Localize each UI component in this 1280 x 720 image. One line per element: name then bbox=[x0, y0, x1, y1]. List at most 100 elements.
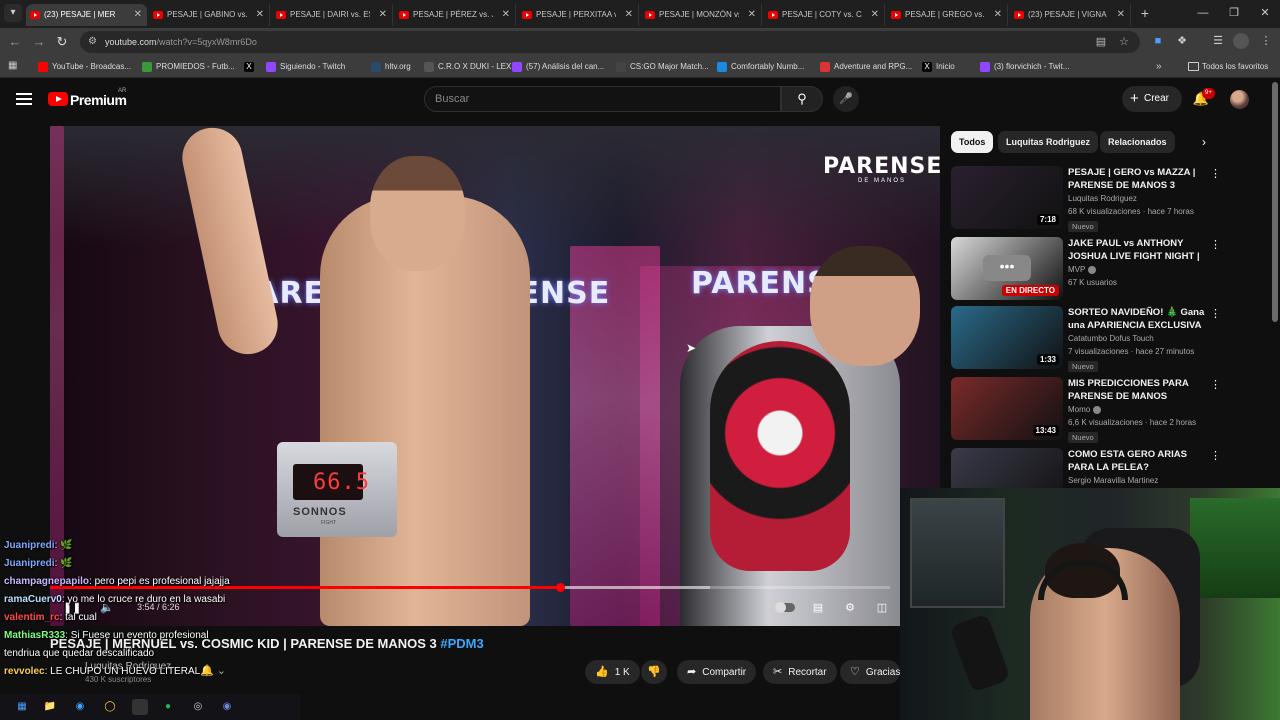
minimize-button[interactable]: — bbox=[1188, 4, 1218, 22]
chat-username[interactable]: Juanipredi bbox=[4, 558, 55, 569]
video-thumbnail[interactable]: EN DIRECTO ••• bbox=[951, 237, 1063, 300]
chrome-browser-icon[interactable]: ◯ bbox=[102, 699, 118, 715]
recommended-channel[interactable]: Catatumbo Dofus Touch bbox=[1068, 334, 1154, 343]
extension-icon[interactable]: ■ bbox=[1150, 33, 1166, 49]
bookmark-item[interactable]: Comfortably Numb... bbox=[717, 56, 804, 78]
more-options-icon[interactable]: ⋮ bbox=[1210, 377, 1221, 393]
close-tab-icon[interactable]: ✕ bbox=[625, 4, 633, 26]
bookmark-item[interactable]: (3) florvichich - Twit... bbox=[980, 56, 1069, 78]
maximize-button[interactable]: ❐ bbox=[1219, 4, 1249, 22]
recommended-channel[interactable]: Momo bbox=[1068, 405, 1102, 414]
create-button[interactable]: + Crear bbox=[1122, 86, 1182, 112]
close-tab-icon[interactable]: ✕ bbox=[502, 4, 510, 26]
filter-chip[interactable]: Relacionados bbox=[1100, 131, 1175, 153]
close-tab-icon[interactable]: ✕ bbox=[256, 4, 264, 26]
youtube-premium-logo[interactable]: Premium bbox=[70, 92, 127, 108]
recommended-video[interactable]: 7:18 PESAJE | GERO vs MAZZA | PARENSE DE … bbox=[951, 166, 1221, 232]
recommended-video[interactable]: EN DIRECTO ••• JAKE PAUL vs ANTHONY JOSHUA… bbox=[951, 237, 1221, 301]
recommended-video-title[interactable]: SORTEO NAVIDEÑO! 🎄 Gana una APARIENCIA E… bbox=[1068, 306, 1208, 332]
discord-icon[interactable]: ◉ bbox=[219, 699, 235, 715]
progress-scrubber[interactable] bbox=[555, 583, 565, 592]
address-bar[interactable]: ⚙ youtube.com/watch?v=5qyxW8mr6Do ▤ ☆ bbox=[80, 31, 1140, 53]
search-button[interactable]: ⚲ bbox=[781, 86, 823, 112]
app-icon[interactable] bbox=[132, 699, 148, 715]
spotify-icon[interactable]: ● bbox=[160, 699, 176, 715]
edge-browser-icon[interactable]: ◉ bbox=[72, 699, 88, 715]
bookmark-item[interactable]: Adventure and RPG... bbox=[820, 56, 912, 78]
voice-search-button[interactable]: 🎤 bbox=[833, 86, 859, 112]
guide-menu-icon[interactable] bbox=[16, 93, 32, 105]
start-menu-icon[interactable]: ▦ bbox=[14, 699, 30, 715]
chips-next-arrow-icon[interactable]: › bbox=[1196, 134, 1212, 150]
browser-tab[interactable]: PESAJE | COTY vs. CA ✕ bbox=[764, 4, 885, 26]
back-button[interactable]: ← bbox=[6, 33, 24, 51]
tab-search-button[interactable]: ▾ bbox=[4, 4, 22, 22]
chrome-menu-icon[interactable]: ⋮ bbox=[1258, 33, 1274, 49]
video-thumbnail[interactable]: 13:43 bbox=[951, 377, 1063, 440]
more-options-icon[interactable]: ⋮ bbox=[1210, 237, 1221, 253]
chat-username[interactable]: revvolec bbox=[4, 666, 45, 677]
bookmark-item[interactable]: CS:GO Major Match... bbox=[616, 56, 709, 78]
video-hashtag-link[interactable]: #PDM3 bbox=[440, 636, 483, 651]
clip-button[interactable]: ✂ Recortar bbox=[763, 660, 837, 684]
miniplayer-icon[interactable]: ◫ bbox=[873, 600, 891, 616]
search-input[interactable]: Buscar bbox=[424, 86, 781, 112]
close-tab-icon[interactable]: ✕ bbox=[748, 4, 756, 26]
apps-grid-icon[interactable]: ▦ bbox=[8, 60, 20, 72]
recommended-channel[interactable]: Luquitas Rodriguez bbox=[1068, 194, 1137, 203]
reload-button[interactable]: ↻ bbox=[53, 33, 71, 51]
browser-tab[interactable]: (23) PESAJE | MER ✕ bbox=[26, 4, 147, 26]
bookmark-item[interactable]: X Inicio bbox=[922, 56, 955, 78]
site-info-icon[interactable]: ⚙ bbox=[88, 36, 100, 48]
youtube-logo-icon[interactable] bbox=[48, 92, 68, 106]
video-thumbnail[interactable]: 7:18 bbox=[951, 166, 1063, 229]
more-options-icon[interactable]: ⋮ bbox=[1210, 306, 1221, 322]
chat-username[interactable]: ramaCuerv0 bbox=[4, 594, 62, 605]
new-tab-button[interactable]: + bbox=[1136, 4, 1154, 22]
browser-tab[interactable]: PESAJE | GREGO vs. C ✕ bbox=[887, 4, 1008, 26]
extensions-puzzle-icon[interactable]: ❖ bbox=[1174, 33, 1190, 49]
bookmark-item[interactable]: hltv.org bbox=[371, 56, 411, 78]
media-controls-icon[interactable]: ☰ bbox=[1210, 33, 1226, 49]
share-button[interactable]: ➦ Compartir bbox=[677, 660, 757, 684]
recommended-video-title[interactable]: COMO ESTA GERO ARIAS PARA LA PELEA? bbox=[1068, 448, 1208, 474]
filter-chip[interactable]: Luquitas Rodriguez bbox=[998, 131, 1098, 153]
recommended-video-title[interactable]: JAKE PAUL vs ANTHONY JOSHUA LIVE FIGHT N… bbox=[1068, 237, 1208, 263]
autoplay-toggle[interactable] bbox=[775, 602, 795, 613]
close-tab-icon[interactable]: ✕ bbox=[1117, 4, 1125, 26]
settings-gear-icon[interactable]: ⚙ bbox=[841, 600, 859, 616]
page-scrollbar[interactable] bbox=[1272, 82, 1278, 322]
bookmark-item[interactable]: C.R.O X DUKI - LEX... bbox=[424, 56, 518, 78]
browser-tab[interactable]: PESAJE | PERXITAA vs ✕ bbox=[518, 4, 639, 26]
recommended-video[interactable]: 13:43 MIS PREDICCIONES PARA PARENSE DE MA… bbox=[951, 377, 1221, 443]
filter-chip[interactable]: Todos bbox=[951, 131, 994, 153]
chat-username[interactable]: valentim_rc bbox=[4, 612, 60, 623]
browser-tab[interactable]: PESAJE | PÉREZ vs. JO ✕ bbox=[395, 4, 516, 26]
video-thumbnail[interactable]: 1:33 bbox=[951, 306, 1063, 369]
profile-icon[interactable] bbox=[1233, 33, 1249, 49]
bookmarks-overflow-icon[interactable]: » bbox=[1156, 56, 1162, 78]
subtitles-icon[interactable]: ▤ bbox=[809, 600, 827, 616]
dislike-button[interactable]: 👎 bbox=[641, 660, 667, 684]
recommended-channel[interactable]: Sergio Maravilla Martinez bbox=[1068, 476, 1158, 485]
file-explorer-icon[interactable]: 📁 bbox=[42, 699, 58, 715]
more-options-icon[interactable]: ⋮ bbox=[1210, 448, 1221, 464]
obs-icon[interactable]: ◎ bbox=[190, 699, 206, 715]
cast-icon[interactable]: ▤ bbox=[1093, 34, 1109, 50]
close-tab-icon[interactable]: ✕ bbox=[379, 4, 387, 26]
recommended-video-title[interactable]: PESAJE | GERO vs MAZZA | PARENSE DE MANO… bbox=[1068, 166, 1208, 192]
bookmark-item[interactable]: X bbox=[244, 56, 258, 78]
bookmark-item[interactable]: Siguiendo - Twitch bbox=[266, 56, 345, 78]
bookmark-star-icon[interactable]: ☆ bbox=[1116, 34, 1132, 50]
browser-tab[interactable]: PESAJE | MONZÓN vs ✕ bbox=[641, 4, 762, 26]
browser-tab[interactable]: (23) PESAJE | VIGNA ✕ bbox=[1010, 4, 1131, 26]
forward-button[interactable]: → bbox=[30, 33, 48, 51]
chat-username[interactable]: MathiasR333 bbox=[4, 630, 65, 641]
bookmark-item[interactable]: (57) Análisis del can... bbox=[512, 56, 604, 78]
like-button[interactable]: 👍 1 K bbox=[585, 660, 640, 684]
close-window-button[interactable]: ✕ bbox=[1250, 4, 1280, 22]
close-tab-icon[interactable]: ✕ bbox=[994, 4, 1002, 26]
bookmark-item[interactable]: PROMIEDOS - Futb... bbox=[142, 56, 235, 78]
account-avatar[interactable] bbox=[1230, 90, 1249, 109]
close-tab-icon[interactable]: ✕ bbox=[134, 4, 142, 26]
